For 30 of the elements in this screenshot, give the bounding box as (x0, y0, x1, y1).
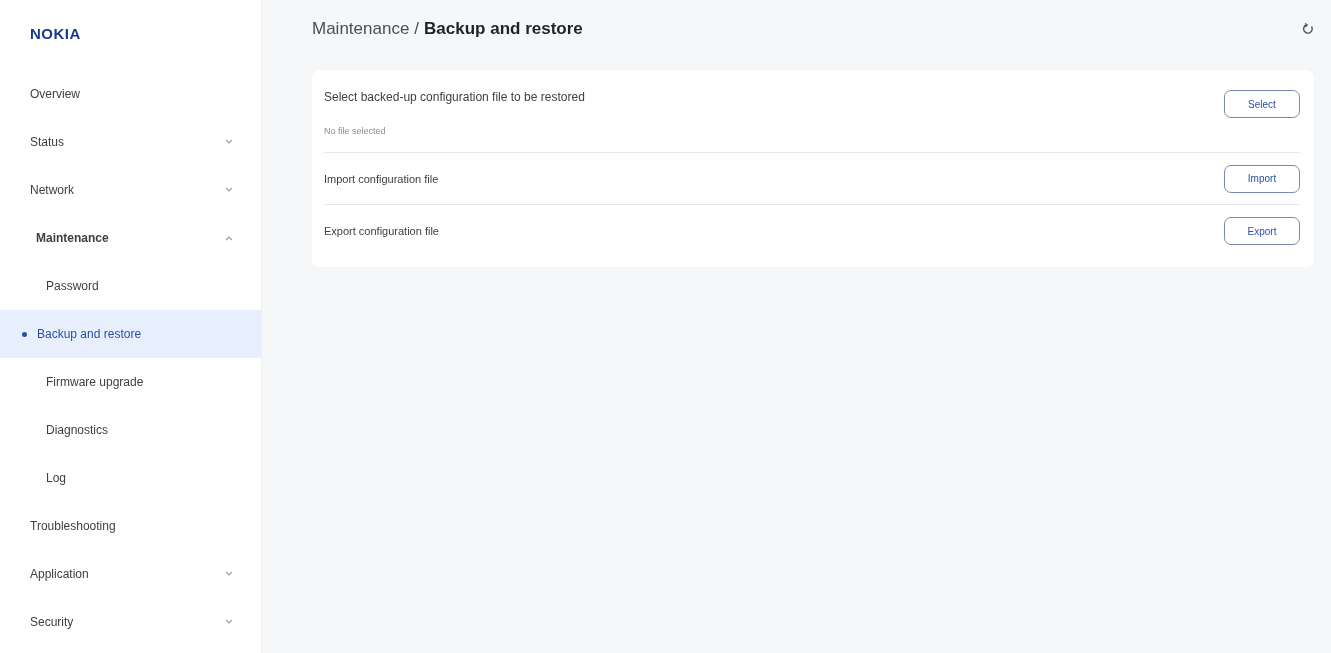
sidebar-item[interactable]: Network (0, 166, 261, 214)
chevron-icon (225, 619, 233, 625)
page-title: Backup and restore (424, 19, 583, 39)
chevron-icon (225, 187, 233, 193)
sidebar-item[interactable]: Maintenance (0, 214, 261, 262)
sidebar-item[interactable]: Overview (0, 70, 261, 118)
action-button[interactable]: Select (1224, 90, 1300, 118)
row-label: Export configuration file (324, 225, 439, 237)
row-label: Select backed-up configuration file to be restored (324, 90, 585, 104)
refresh-icon[interactable] (1302, 23, 1314, 35)
action-button[interactable]: Export (1224, 217, 1300, 245)
sidebar-item[interactable]: Security (0, 598, 261, 646)
chevron-icon (225, 139, 233, 145)
sidebar-item[interactable]: Firmware upgrade (0, 358, 261, 406)
sidebar-item[interactable]: Troubleshooting (0, 502, 261, 550)
sidebar-item[interactable]: Application (0, 550, 261, 598)
row-label: Import configuration file (324, 172, 439, 185)
chevron-icon (225, 235, 233, 241)
breadcrumb-separator: / (414, 19, 420, 39)
breadcrumb-link[interactable]: Maintenance (312, 19, 410, 39)
bullet-icon (22, 331, 27, 337)
chevron-icon (225, 571, 233, 577)
sidebar-item[interactable]: Password (0, 262, 261, 310)
action-button[interactable]: Import (1224, 164, 1300, 193)
nokia-logo[interactable]: NOKIA (30, 25, 81, 42)
sidebar-item[interactable]: Backup and restore (0, 310, 261, 358)
sidebar-item[interactable]: Status (0, 118, 261, 166)
file-status: No file selected (324, 126, 387, 136)
sidebar-item[interactable]: Diagnostics (0, 406, 261, 454)
sidebar-item[interactable]: Log (0, 454, 261, 502)
